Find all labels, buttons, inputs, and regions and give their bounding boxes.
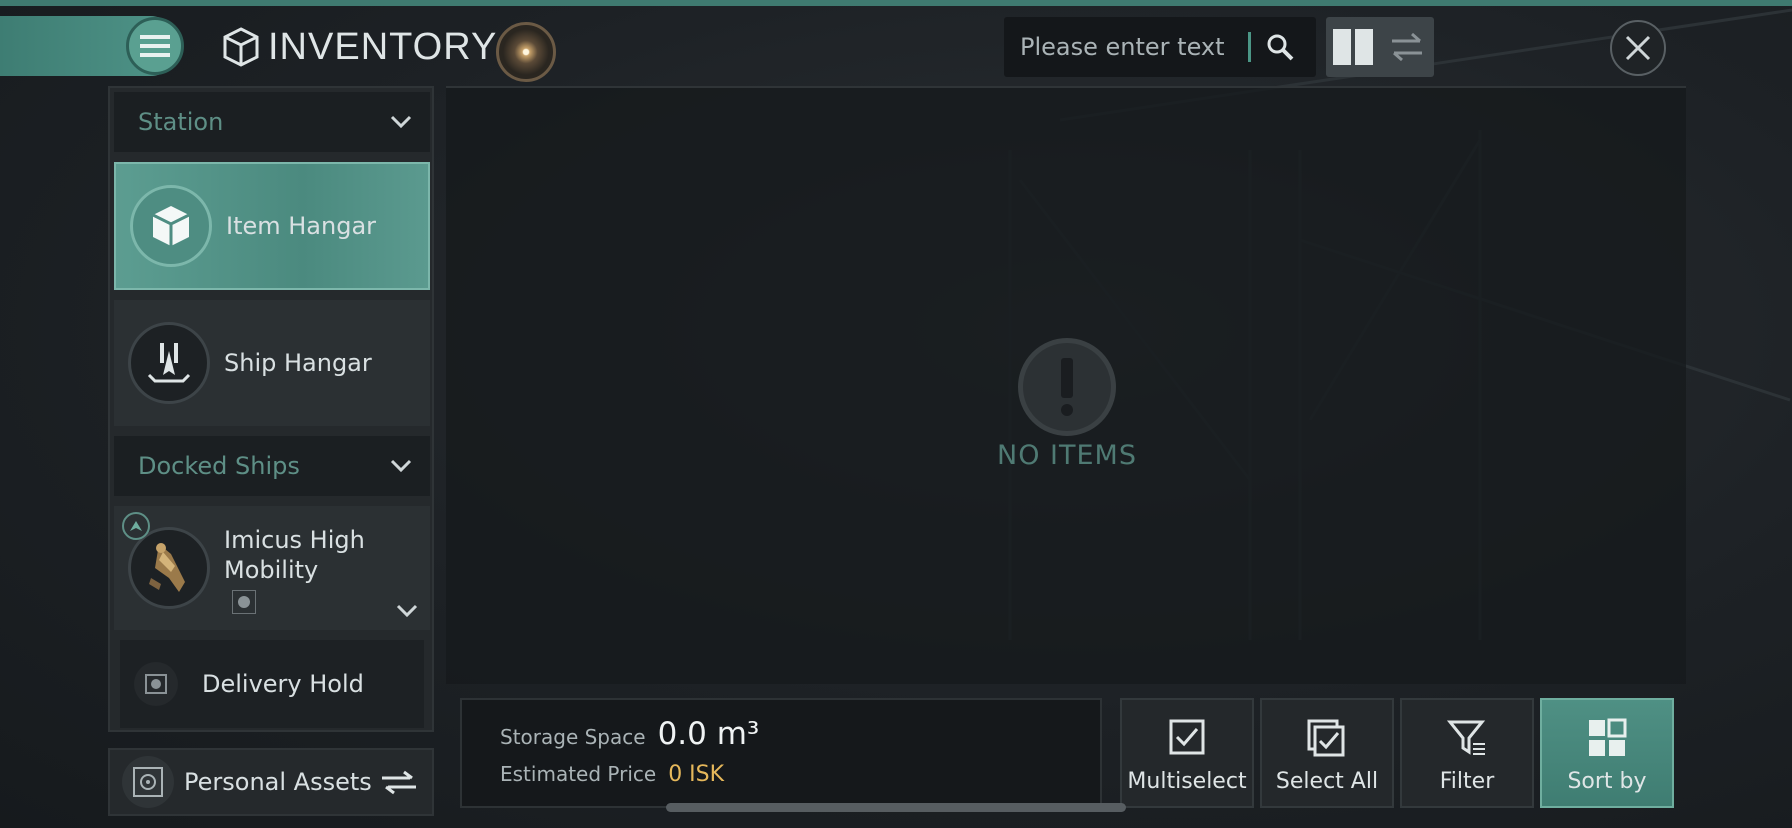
swap-icon	[382, 770, 416, 795]
ship-name: Imicus High Mobility	[224, 526, 365, 584]
close-icon	[1625, 35, 1651, 61]
select-all-button[interactable]: Select All	[1260, 698, 1394, 808]
sidebar-item-delivery-hold[interactable]: Delivery Hold	[120, 640, 424, 728]
swap-icon[interactable]	[1380, 17, 1434, 77]
delivery-hold-label: Delivery Hold	[202, 670, 364, 698]
active-ship-badge-icon	[122, 512, 150, 540]
sidebar-item-item-hangar[interactable]: Item Hangar	[114, 162, 430, 290]
horizontal-scrollbar[interactable]	[666, 803, 1126, 812]
checkbox-icon	[1169, 719, 1205, 755]
station-section-label: Station	[138, 108, 224, 136]
select-all-label: Select All	[1275, 769, 1379, 794]
ship-hangar-icon	[128, 322, 210, 404]
storage-space-row: Storage Space 0.0 m³	[500, 716, 759, 752]
sort-by-label: Sort by	[1567, 769, 1647, 794]
search-input[interactable]	[1020, 33, 1246, 61]
sidebar-item-label: Ship Hangar	[224, 349, 372, 377]
chevron-down-icon	[390, 459, 412, 473]
filter-button[interactable]: Filter	[1400, 698, 1534, 808]
select-all-icon	[1307, 719, 1345, 757]
sidebar-item-ship-hangar[interactable]: Ship Hangar	[114, 300, 430, 426]
hamburger-icon	[140, 35, 170, 57]
search-icon[interactable]	[1265, 32, 1295, 62]
page-title: INVENTORY	[268, 25, 498, 68]
search-divider	[1248, 32, 1251, 62]
delivery-hold-icon	[134, 662, 178, 706]
close-button[interactable]	[1610, 20, 1666, 76]
sidebar-item-label: Item Hangar	[226, 212, 377, 240]
ship-fitting-icon	[232, 590, 256, 614]
docked-ships-section-header[interactable]: Docked Ships	[114, 436, 430, 496]
filter-label: Filter	[1439, 769, 1495, 794]
cube-icon	[223, 27, 259, 67]
top-accent-strip	[0, 0, 1792, 6]
personal-assets-button[interactable]: Personal Assets	[108, 748, 434, 816]
sort-by-button[interactable]: Sort by	[1540, 698, 1674, 808]
chevron-down-icon	[390, 115, 412, 129]
storage-space-label: Storage Space	[500, 725, 646, 749]
estimated-price-label: Estimated Price	[500, 762, 657, 786]
sidebar: Station Item Hangar Ship Hangar Docked S…	[108, 86, 434, 732]
estimated-price-value: 0 ISK	[668, 762, 725, 787]
warning-icon	[1018, 338, 1116, 436]
sort-grid-icon	[1589, 718, 1627, 756]
storage-space-value: 0.0 m³	[657, 716, 760, 752]
estimated-price-row: Estimated Price 0 ISK	[500, 762, 724, 787]
safe-icon	[122, 756, 174, 808]
empty-state-text: NO ITEMS	[997, 440, 1137, 471]
search-box	[1004, 17, 1316, 77]
personal-assets-label: Personal Assets	[184, 768, 372, 796]
grid-view-icon[interactable]	[1326, 17, 1380, 77]
item-hangar-icon	[130, 185, 212, 267]
page-header: INVENTORY	[222, 24, 497, 70]
sidebar-item-ship-imicus[interactable]: Imicus High Mobility	[114, 506, 430, 630]
layout-toggle[interactable]	[1326, 17, 1434, 77]
storage-summary: Storage Space 0.0 m³ Estimated Price 0 I…	[460, 698, 1102, 808]
chevron-down-icon[interactable]	[396, 604, 418, 618]
docked-ships-section-label: Docked Ships	[138, 452, 300, 480]
beacon-icon[interactable]	[496, 22, 556, 82]
menu-button[interactable]	[126, 17, 184, 75]
station-section-header[interactable]: Station	[114, 92, 430, 152]
multiselect-button[interactable]: Multiselect	[1120, 698, 1254, 808]
filter-icon	[1447, 720, 1486, 755]
multiselect-label: Multiselect	[1127, 769, 1247, 794]
